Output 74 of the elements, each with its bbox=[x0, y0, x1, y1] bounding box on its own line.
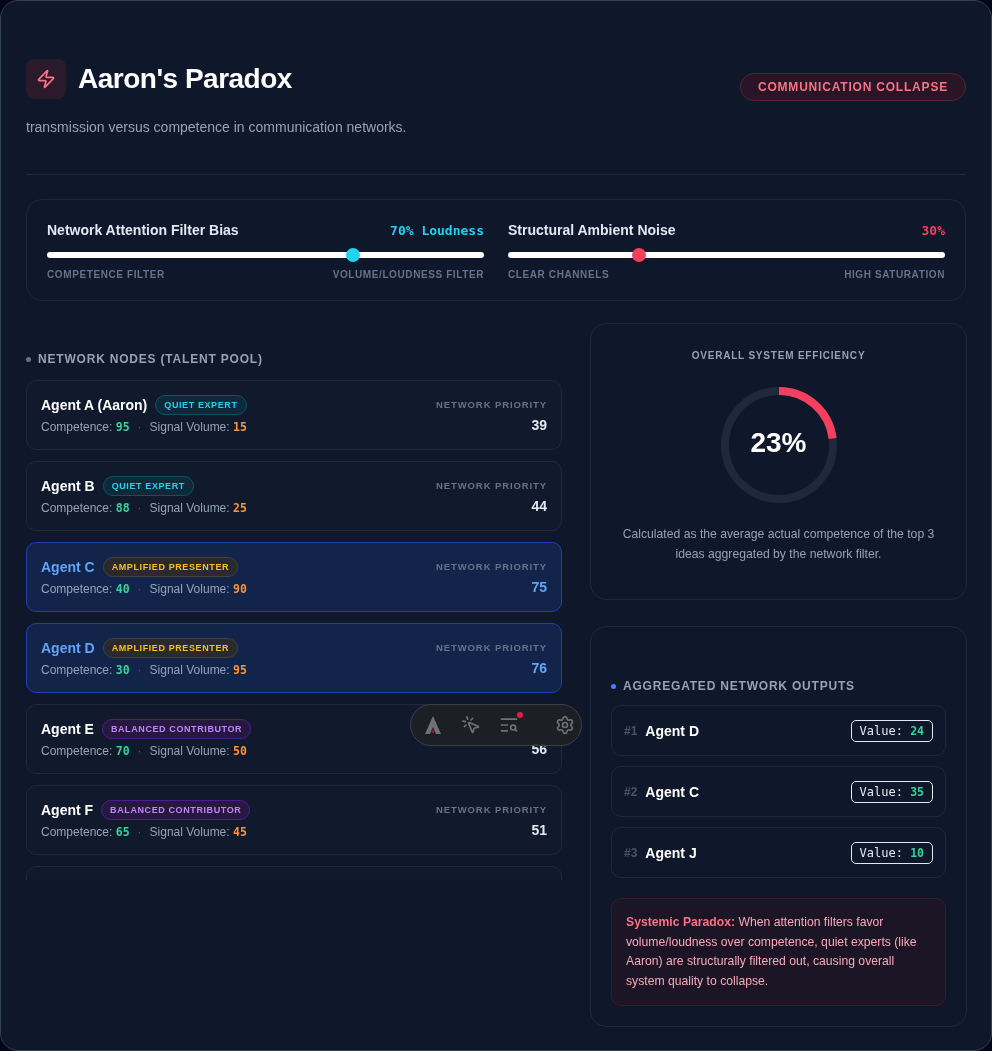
value-tag: Value: 35 bbox=[850, 780, 933, 803]
signal-volume-stat: Signal Volume: 50 bbox=[149, 744, 247, 758]
bullet-dot bbox=[611, 683, 616, 689]
slider-thumb[interactable] bbox=[632, 248, 647, 262]
efficiency-value: 23% bbox=[749, 427, 808, 459]
agent-name: Agent D bbox=[41, 640, 95, 656]
slider-max-label: VOLUME/LOUDNESS FILTER bbox=[332, 269, 484, 280]
signal-volume-stat: Signal Volume: 15 bbox=[149, 420, 247, 434]
triangle-logo-icon[interactable] bbox=[423, 715, 443, 735]
role-badge: BALANCED CONTRIBUTOR bbox=[101, 800, 251, 820]
agent-name: Agent E bbox=[41, 721, 94, 737]
priority-value: 76 bbox=[531, 660, 547, 676]
role-badge: QUIET EXPERT bbox=[155, 395, 247, 415]
separator-dot: · bbox=[137, 582, 142, 596]
value-tag: Value: 24 bbox=[850, 719, 933, 742]
slider-min-label: CLEAR CHANNELS bbox=[508, 269, 610, 280]
slider-max-label: HIGH SATURATION bbox=[844, 269, 945, 280]
separator-dot: · bbox=[137, 663, 142, 677]
priority-label: NETWORK PRIORITY bbox=[436, 804, 547, 816]
page-title: Aaron's Paradox bbox=[78, 63, 292, 95]
priority-label: NETWORK PRIORITY bbox=[436, 561, 547, 573]
agent-name: Agent F bbox=[41, 802, 94, 818]
section-title: AGGREGATED NETWORK OUTPUTS bbox=[623, 679, 855, 693]
bullet-dot bbox=[26, 356, 31, 362]
output-agent-name: Agent C bbox=[645, 783, 700, 800]
page-subtitle: transmission versus competence in communication networks. bbox=[26, 119, 408, 135]
efficiency-title: OVERALL SYSTEM EFFICIENCY bbox=[691, 350, 866, 361]
slider-thumb[interactable] bbox=[345, 248, 360, 262]
separator-dot: · bbox=[137, 501, 142, 515]
slider-label: Network Attention Filter Bias bbox=[47, 222, 239, 238]
signal-volume-stat: Signal Volume: 25 bbox=[149, 501, 247, 515]
priority-value: 44 bbox=[531, 498, 547, 514]
slider-label: Structural Ambient Noise bbox=[508, 222, 676, 238]
output-agent-name: Agent D bbox=[645, 722, 700, 739]
competence-stat: Competence: 40 bbox=[41, 582, 130, 596]
competence-stat: Competence: 30 bbox=[41, 663, 130, 677]
separator-dot: · bbox=[137, 420, 142, 434]
efficiency-note: Calculated as the average actual competence of the top 3 ideas aggregated by the network filter. bbox=[621, 526, 936, 563]
competence-stat: Competence: 70 bbox=[41, 744, 130, 758]
priority-value: 39 bbox=[531, 417, 547, 433]
signal-volume-stat: Signal Volume: 45 bbox=[149, 825, 247, 839]
competence-stat: Competence: 65 bbox=[41, 825, 130, 839]
role-badge: BALANCED CONTRIBUTOR bbox=[101, 719, 252, 739]
settings-icon[interactable] bbox=[555, 715, 575, 735]
priority-label: NETWORK PRIORITY bbox=[436, 480, 547, 492]
rank-number: #2 bbox=[624, 784, 638, 799]
separator-dot: · bbox=[137, 744, 142, 758]
output-agent-name: Agent J bbox=[645, 844, 697, 861]
rank-number: #3 bbox=[624, 845, 638, 860]
agent-name: Agent C bbox=[41, 559, 95, 575]
value-tag: Value: 10 bbox=[850, 841, 933, 864]
slider-reading: 70% Loudness bbox=[390, 222, 484, 238]
lightning-icon bbox=[26, 59, 66, 99]
agent-name: Agent B bbox=[41, 478, 95, 494]
separator-dot: · bbox=[137, 825, 142, 839]
priority-label: NETWORK PRIORITY bbox=[436, 399, 547, 411]
signal-volume-stat: Signal Volume: 95 bbox=[149, 663, 247, 677]
slider-reading: 30% bbox=[921, 222, 945, 238]
agent-name: Agent A (Aaron) bbox=[41, 397, 148, 413]
section-title: NETWORK NODES (TALENT POOL) bbox=[38, 352, 263, 366]
role-badge: QUIET EXPERT bbox=[102, 476, 194, 496]
competence-stat: Competence: 95 bbox=[41, 420, 130, 434]
rank-number: #1 bbox=[624, 723, 638, 738]
signal-volume-stat: Signal Volume: 90 bbox=[149, 582, 247, 596]
slider-min-label: COMPETENCE FILTER bbox=[47, 269, 165, 280]
priority-value: 75 bbox=[531, 579, 547, 595]
role-badge: AMPLIFIED PRESENTER bbox=[102, 638, 239, 658]
competence-stat: Competence: 88 bbox=[41, 501, 130, 515]
status-badge: COMMUNICATION COLLAPSE bbox=[739, 73, 966, 101]
role-badge: AMPLIFIED PRESENTER bbox=[102, 557, 239, 577]
priority-label: NETWORK PRIORITY bbox=[436, 642, 547, 654]
paradox-warning: Systemic Paradox: When attention filters favor volume/loudness over competence, quiet experts (like Aaron) are structurally filtered out, causing overall system quality to collapse. bbox=[611, 898, 946, 1007]
priority-value: 51 bbox=[531, 822, 547, 838]
cursor-click-icon[interactable] bbox=[461, 715, 481, 735]
